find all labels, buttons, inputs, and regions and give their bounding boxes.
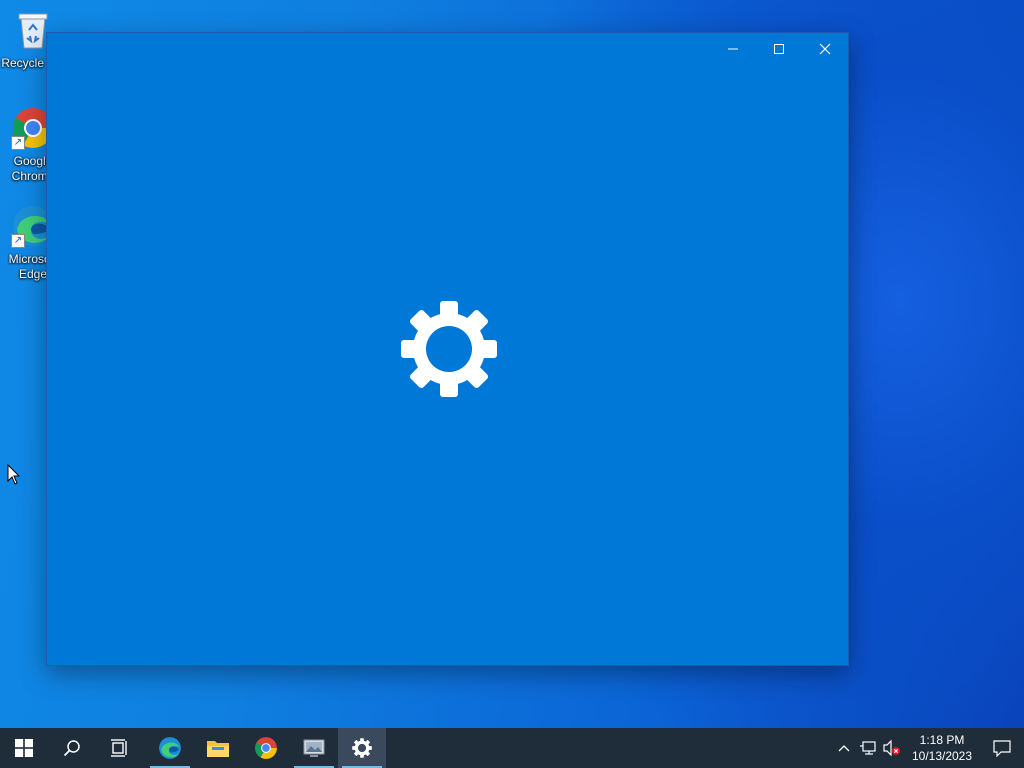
action-center-button[interactable] [980, 728, 1024, 768]
notification-icon [993, 740, 1011, 757]
task-view-button[interactable] [96, 728, 144, 768]
task-view-icon [111, 739, 127, 757]
close-button[interactable] [802, 33, 848, 65]
chrome-icon [255, 737, 277, 759]
shortcut-arrow-icon: ↗ [11, 234, 25, 248]
folder-icon [207, 741, 229, 757]
shortcut-arrow-icon: ↗ [11, 136, 25, 150]
settings-window[interactable] [46, 32, 849, 666]
windows-logo-icon [15, 739, 33, 757]
system-tray: 1:18 PM 10/13/2023 [832, 728, 1024, 768]
close-icon [819, 43, 831, 55]
maximize-button[interactable] [756, 33, 802, 65]
clock-date: 10/13/2023 [911, 749, 973, 763]
taskbar-settings[interactable] [338, 728, 386, 768]
clock-time: 1:18 PM [919, 733, 965, 747]
edge-icon [159, 737, 181, 759]
start-button[interactable] [0, 728, 48, 768]
clock[interactable]: 1:18 PM 10/13/2023 [904, 732, 980, 764]
taskbar-google-chrome[interactable] [242, 728, 290, 768]
app-window-icon [303, 739, 325, 757]
search-button[interactable] [48, 728, 96, 768]
gear-icon [352, 738, 372, 758]
minimize-button[interactable] [710, 33, 756, 65]
gear-icon [401, 301, 497, 397]
minimize-icon [728, 48, 738, 50]
volume-button[interactable] [880, 728, 904, 768]
maximize-icon [774, 44, 784, 54]
desktop: Recycle Bin ↗ Google Chrome ↗ Microsoft … [0, 0, 1024, 728]
network-button[interactable] [856, 728, 880, 768]
taskbar-microsoft-edge[interactable] [146, 728, 194, 768]
volume-muted-icon [883, 740, 900, 756]
taskbar-app[interactable] [290, 728, 338, 768]
search-icon [63, 740, 80, 757]
taskbar-file-explorer[interactable] [194, 728, 242, 768]
show-hidden-icons-button[interactable] [832, 728, 856, 768]
taskbar: 1:18 PM 10/13/2023 [0, 728, 1024, 768]
chevron-up-icon [838, 745, 850, 752]
network-icon [860, 741, 876, 755]
mouse-cursor-icon [7, 464, 21, 485]
